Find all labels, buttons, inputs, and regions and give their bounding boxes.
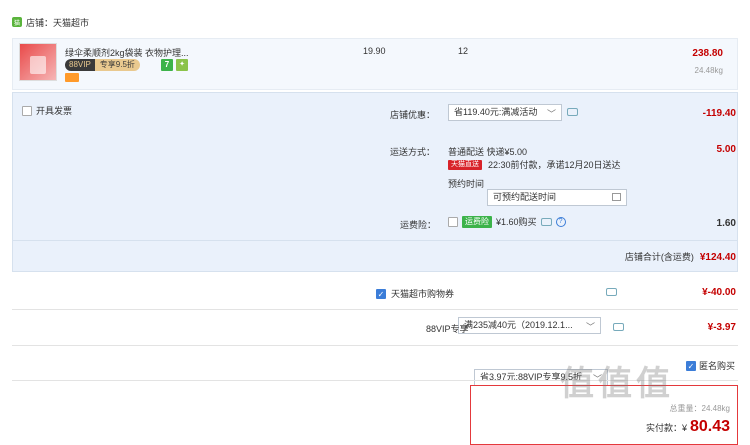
credit-card-icon — [65, 73, 79, 82]
payment-total: 实付款：¥ 80.43 — [646, 418, 730, 436]
coupon-select[interactable]: 满235减40元（2019.12.1... ﹀ — [458, 317, 601, 334]
insurance-price: ¥1.60购买 — [496, 217, 537, 227]
vip-discount-amount: ¥-3.97 — [707, 322, 736, 333]
delivery-promise: 天猫直送 22:30前付款，承诺12月20日送达 — [448, 158, 621, 171]
insurance-tag: 运费险 — [462, 215, 492, 228]
insurance-label: 运费险： — [400, 220, 437, 230]
store-header: 猫 店铺：天猫超市 — [12, 14, 89, 30]
message-icon[interactable] — [567, 108, 578, 116]
reserve-time-input[interactable]: 可预约配送时间 — [487, 189, 627, 206]
vip-tag: 88VIP 专享9.5折 — [65, 59, 140, 71]
shipping-method: 普通配送 快递¥5.00 — [448, 147, 528, 157]
reserve-time-label: 预约时间 — [448, 179, 485, 189]
store-total: 店铺合计(含运费) ¥124.40 — [625, 250, 736, 263]
invoice-checkbox[interactable] — [22, 105, 32, 116]
divider — [12, 240, 738, 241]
calendar-icon[interactable] — [612, 193, 621, 201]
message-icon[interactable] — [606, 288, 617, 296]
divider — [12, 309, 738, 310]
shipping-amount: 5.00 — [716, 144, 736, 155]
store-discount-select[interactable]: 省119.40元:满减活动 ﹀ — [448, 104, 562, 121]
divider — [12, 345, 738, 346]
vip-discount-label: 88VIP专享 — [426, 324, 469, 334]
insurance-amount: 1.60 — [716, 218, 736, 229]
order-options-panel — [12, 92, 738, 272]
coupon-checkbox[interactable]: ✓ — [376, 288, 386, 299]
quantity: 12 — [458, 46, 469, 56]
certified-icon: ✦ — [176, 59, 188, 71]
store-discount-value: 省119.40元:满减活动 — [454, 107, 538, 117]
message-icon[interactable] — [540, 217, 552, 226]
delivery-promise-text: 22:30前付款，承诺12月20日送达 — [488, 160, 621, 170]
coupon-label: 天猫超市购物券 — [391, 289, 455, 299]
store-discount-label: 店铺优惠： — [390, 110, 436, 120]
vip-tag-label: 88VIP — [65, 59, 95, 71]
tmall-direct-badge: 天猫直送 — [448, 159, 482, 170]
tmall-store-icon: 猫 — [12, 17, 22, 27]
store-total-label: 店铺合计(含运费) — [624, 252, 694, 262]
invoice-label: 开具发票 — [36, 106, 73, 116]
seven-day-return-icon: 7 — [161, 59, 173, 71]
item-weight: 24.48kg — [694, 66, 723, 75]
item-subtotal: 238.80 — [692, 48, 723, 59]
insurance-option[interactable]: 运费险 ¥1.60购买 ? — [448, 215, 566, 228]
invoice-option[interactable]: 开具发票 — [22, 104, 72, 117]
product-title[interactable]: 绿伞柔顺剂2kg袋装 衣物护理... — [65, 46, 189, 59]
insurance-checkbox[interactable] — [448, 216, 458, 227]
pay-label: 实付款：¥ — [645, 423, 687, 433]
product-thumbnail[interactable] — [19, 43, 57, 81]
coupon-value: 满235减40元（2019.12.1... — [464, 320, 573, 330]
watermark-logo: 值值值 — [560, 365, 674, 403]
store-total-amount: ¥124.40 — [699, 252, 736, 263]
vip-tag-discount: 专享9.5折 — [94, 59, 140, 71]
help-icon[interactable]: ? — [555, 216, 566, 227]
message-icon[interactable] — [613, 323, 624, 331]
coupon-amount: ¥-40.00 — [702, 287, 736, 298]
pay-amount: 80.43 — [689, 418, 730, 435]
coupon-option[interactable]: ✓ 天猫超市购物券 — [376, 287, 454, 300]
shipping-label: 运送方式： — [390, 147, 436, 157]
reserve-time-value: 可预约配送时间 — [493, 192, 557, 202]
chevron-down-icon: ﹀ — [585, 322, 595, 332]
store-name[interactable]: 店铺：天猫超市 — [26, 16, 89, 29]
store-discount-amount: -119.40 — [702, 108, 736, 119]
item-row: 绿伞柔顺剂2kg袋装 衣物护理... 88VIP 专享9.5折 7 ✦ 19.9… — [12, 38, 738, 90]
chevron-down-icon: ﹀ — [546, 109, 556, 119]
unit-price: 19.90 — [363, 46, 386, 56]
